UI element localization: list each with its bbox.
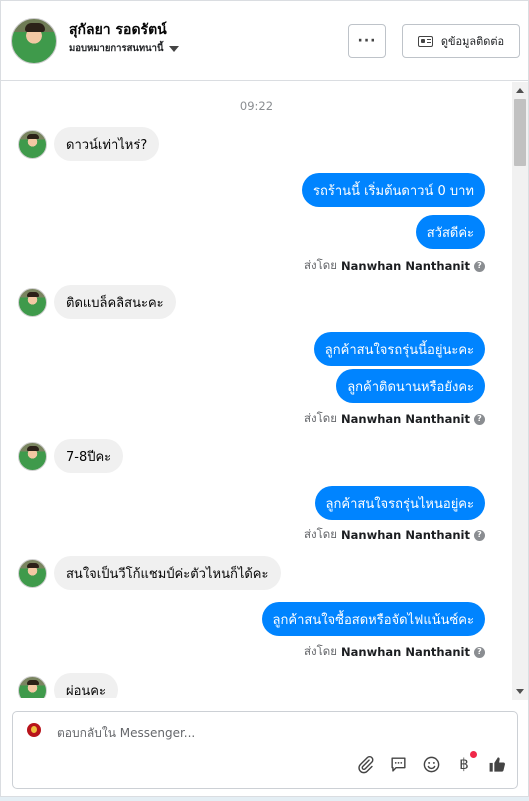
outgoing-message-bubble[interactable]: รถร้านนี้ เริ่มต้นดาวน์ 0 บาท — [302, 173, 485, 207]
conversation-header: สุกัลยา รอดรัตน์ มอบหมายการสนทนานี้ ··· … — [1, 1, 528, 81]
incoming-message-bubble[interactable]: ผ่อนคะ — [54, 673, 118, 698]
saved-reply-icon[interactable] — [388, 754, 408, 774]
view-contact-info-button[interactable]: ดูข้อมูลติดต่อ — [402, 24, 520, 58]
scroll-up-arrow-icon[interactable] — [516, 88, 524, 93]
incoming-message-row: 7-8ปีคะ — [18, 439, 124, 473]
assign-conversation-label: มอบหมายการสนทนานี้ — [69, 43, 164, 54]
incoming-message-bubble[interactable]: 7-8ปีคะ — [54, 439, 124, 473]
incoming-message-bubble[interactable]: ติดแบล็คลิสนะคะ — [54, 285, 176, 319]
message-list-scrollbar[interactable] — [512, 82, 528, 700]
sender-name: Nanwhan Nanthanit — [341, 645, 470, 659]
incoming-message-bubble[interactable]: ดาวน์เท่าไหร่? — [54, 127, 160, 161]
contact-avatar-small[interactable] — [18, 558, 47, 588]
incoming-message-row: ดาวน์เท่าไหร่? — [18, 127, 160, 161]
contact-avatar-small[interactable] — [18, 441, 47, 471]
caret-down-icon — [168, 45, 179, 52]
help-icon[interactable]: ? — [474, 260, 485, 272]
sent-by-line: ส่งโดย Nanwhan Nanthanit ? — [304, 257, 485, 275]
outgoing-message-bubble[interactable]: ลูกค้าสนใจรถรุ่นไหนอยู่คะ — [314, 486, 485, 520]
payment-icon[interactable]: ฿ — [454, 751, 477, 774]
sender-name: Nanwhan Nanthanit — [341, 528, 470, 542]
outgoing-message-bubble[interactable]: ลูกค้าสนใจซื้อสดหรือจัดไฟแน้นซ์คะ — [261, 602, 485, 636]
contact-avatar-small[interactable] — [18, 287, 47, 317]
conversation-panel: สุกัลยา รอดรัตน์ มอบหมายการสนทนานี้ ··· … — [0, 0, 529, 797]
message-timestamp: 09:22 — [239, 99, 274, 113]
like-icon[interactable] — [487, 754, 507, 774]
contact-card-icon — [417, 35, 433, 47]
sent-by-prefix: ส่งโดย — [303, 258, 338, 272]
notification-dot — [470, 751, 477, 758]
scroll-down-arrow-icon[interactable] — [516, 689, 524, 694]
composer-toolbar: ฿ — [355, 751, 507, 774]
contact-avatar[interactable] — [11, 18, 57, 64]
help-icon[interactable]: ? — [474, 646, 485, 658]
page-avatar — [22, 722, 46, 746]
sent-by-prefix: ส่งโดย — [303, 411, 338, 425]
more-icon: ··· — [357, 33, 377, 49]
sent-by-line: ส่งโดย Nanwhan Nanthanit ? — [304, 643, 485, 661]
reply-input[interactable] — [57, 726, 497, 740]
incoming-message-row: ผ่อนคะ — [18, 673, 118, 698]
contact-avatar-small[interactable] — [18, 675, 47, 698]
emoji-icon[interactable] — [421, 754, 441, 774]
sent-by-prefix: ส่งโดย — [303, 644, 338, 658]
help-icon[interactable]: ? — [474, 529, 485, 541]
sent-by-line: ส่งโดย Nanwhan Nanthanit ? — [304, 526, 485, 544]
outgoing-message-bubble[interactable]: สวัสดีค่ะ — [415, 215, 485, 249]
sent-by-prefix: ส่งโดย — [303, 527, 338, 541]
attachment-icon[interactable] — [355, 754, 375, 774]
contact-avatar-small[interactable] — [18, 129, 47, 159]
sender-name: Nanwhan Nanthanit — [341, 412, 470, 426]
incoming-message-row: ติดแบล็คลิสนะคะ — [18, 285, 176, 319]
help-icon[interactable]: ? — [474, 413, 485, 425]
outgoing-message-bubble[interactable]: ลูกค้าติดนานหรือยังคะ — [336, 369, 485, 403]
incoming-message-bubble[interactable]: สนใจเป็นวีโก้แชมป์ค่ะตัวไหนก็ได้คะ — [54, 556, 281, 590]
reply-composer: ฿ — [12, 711, 518, 789]
outgoing-message-bubble[interactable]: ลูกค้าสนใจรถรุ่นนี้อยู่นะคะ — [313, 332, 485, 366]
scrollbar-thumb[interactable] — [514, 99, 526, 166]
more-options-button[interactable]: ··· — [348, 24, 386, 58]
sent-by-line: ส่งโดย Nanwhan Nanthanit ? — [304, 410, 485, 428]
view-contact-info-label: ดูข้อมูลติดต่อ — [440, 35, 505, 48]
assign-conversation-dropdown[interactable]: มอบหมายการสนทนานี้ — [69, 41, 179, 56]
incoming-message-row: สนใจเป็นวีโก้แชมป์ค่ะตัวไหนก็ได้คะ — [18, 556, 281, 590]
baht-icon: ฿ — [459, 755, 469, 773]
sender-name: Nanwhan Nanthanit — [341, 259, 470, 273]
message-list: 09:22 ดาวน์เท่าไหร่? รถร้านนี้ เริ่มต้นด… — [1, 82, 512, 698]
contact-name[interactable]: สุกัลยา รอดรัตน์ — [69, 19, 167, 41]
